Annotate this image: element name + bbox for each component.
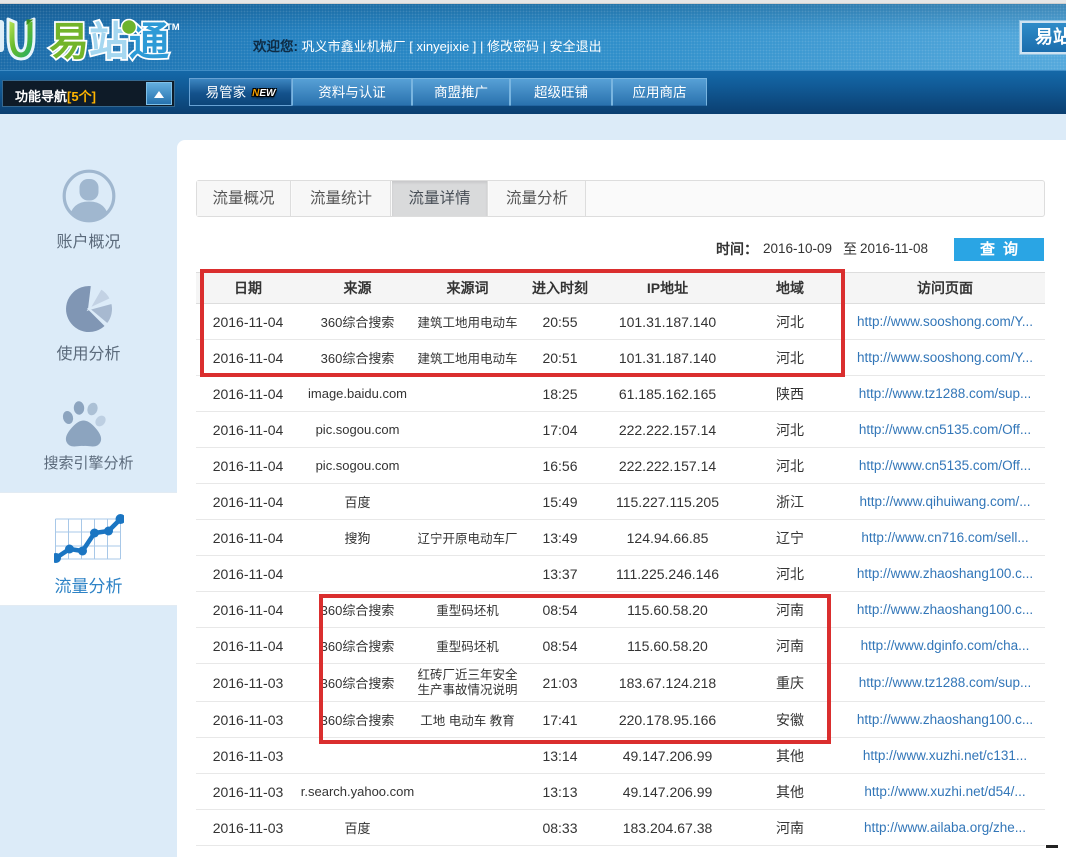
svg-text:TM: TM: [166, 22, 180, 33]
svg-text:易站通: 易站通: [49, 20, 169, 64]
